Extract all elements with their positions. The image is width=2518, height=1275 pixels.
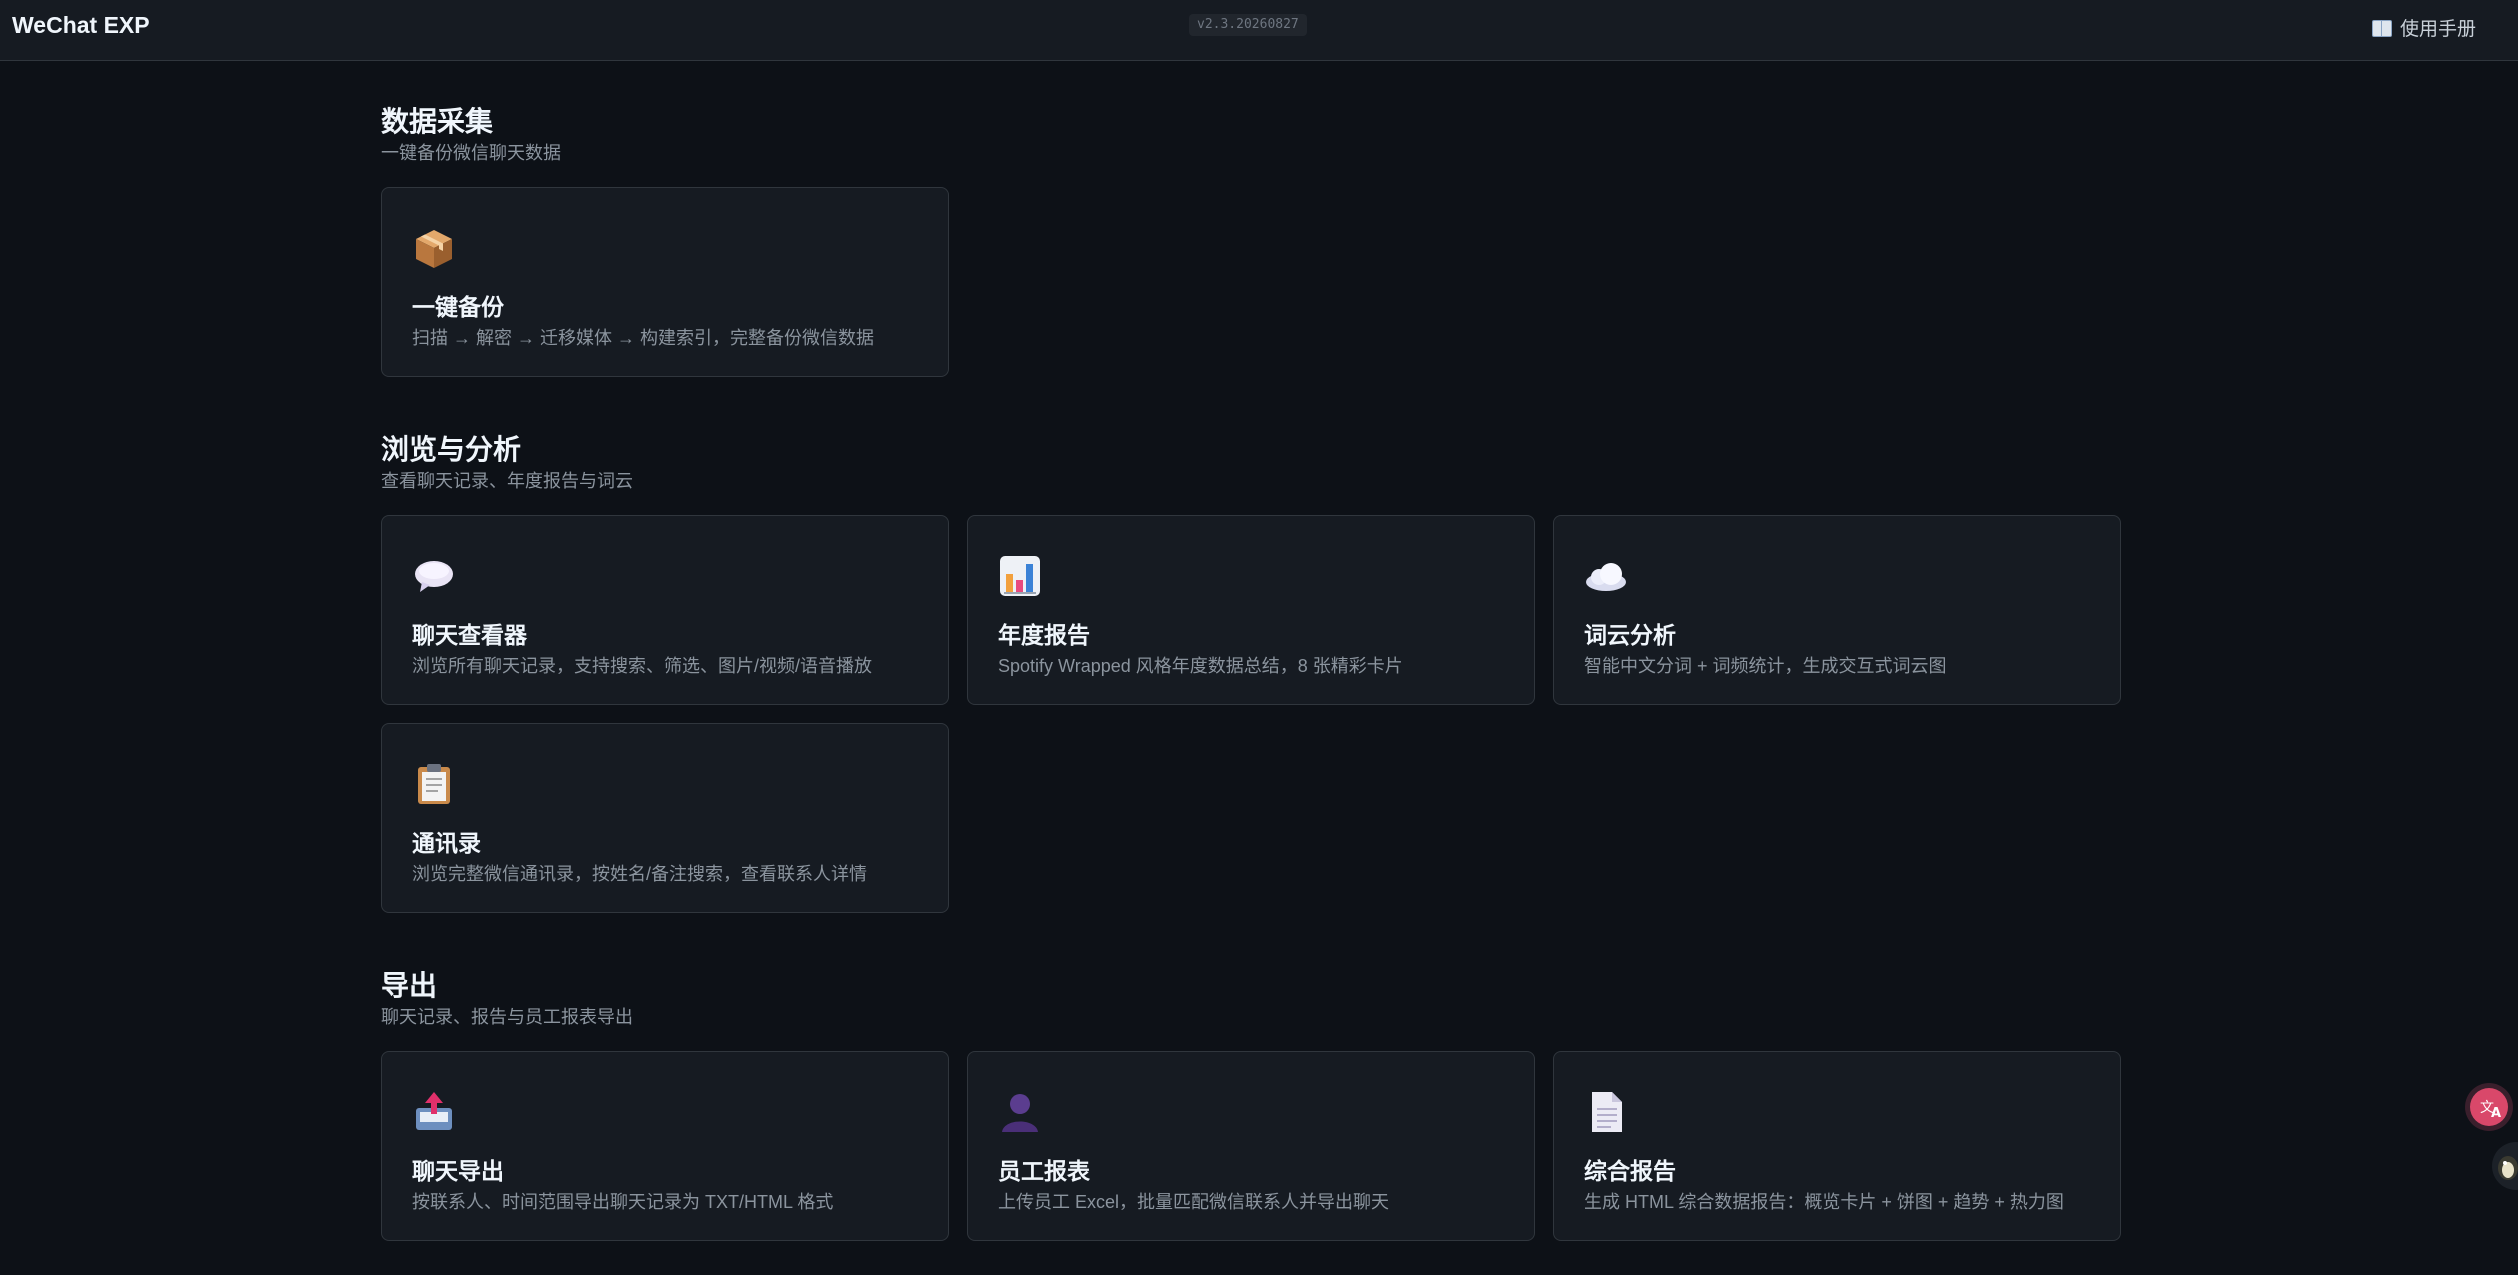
section-subtitle-export: 聊天记录、报告与员工报表导出 <box>381 1007 633 1027</box>
section-title-browse: 浏览与分析 <box>381 434 522 465</box>
package-icon <box>416 230 452 268</box>
mascot-icon <box>2498 1156 2518 1180</box>
card-title: 年度报告 <box>998 622 1090 648</box>
card-staff-report[interactable]: 员工报表 上传员工 Excel，批量匹配微信联系人并导出聊天 <box>967 1051 1535 1241</box>
card-title: 聊天导出 <box>412 1158 504 1184</box>
translate-icon: 文 A <box>2470 1088 2508 1126</box>
card-title: 综合报告 <box>1584 1158 1676 1184</box>
card-description: 生成 HTML 综合数据报告：概览卡片 + 饼图 + 趋势 + 热力图 <box>1584 1192 2064 1212</box>
assistant-button[interactable] <box>2492 1142 2518 1190</box>
svg-text:A: A <box>2491 1106 2501 1121</box>
card-word-cloud[interactable]: 词云分析 智能中文分词 + 词频统计，生成交互式词云图 <box>1553 515 2121 705</box>
manual-link[interactable]: 使用手册 <box>2371 14 2476 41</box>
card-description: 扫描 → 解密 → 迁移媒体 → 构建索引，完整备份微信数据 <box>412 328 875 348</box>
outbox-tray-icon <box>416 1092 452 1130</box>
card-chat-viewer[interactable]: 聊天查看器 浏览所有聊天记录，支持搜索、筛选、图片/视频/语音播放 <box>381 515 949 705</box>
speech-bubble-icon <box>415 561 453 592</box>
card-title: 聊天查看器 <box>412 622 527 648</box>
card-description: 按联系人、时间范围导出聊天记录为 TXT/HTML 格式 <box>412 1192 834 1212</box>
app-title: WeChat EXP <box>12 12 150 38</box>
card-annual-report[interactable]: 年度报告 Spotify Wrapped 风格年度数据总结，8 张精彩卡片 <box>967 515 1535 705</box>
person-silhouette-icon <box>1002 1094 1038 1132</box>
card-contacts[interactable]: 通讯录 浏览完整微信通讯录，按姓名/备注搜索，查看联系人详情 <box>381 723 949 913</box>
section-subtitle-collect: 一键备份微信聊天数据 <box>381 143 561 163</box>
card-description: 智能中文分词 + 词频统计，生成交互式词云图 <box>1584 656 1947 676</box>
card-backup[interactable]: 一键备份 扫描 → 解密 → 迁移媒体 → 构建索引，完整备份微信数据 <box>381 187 949 377</box>
document-icon <box>1592 1092 1622 1132</box>
book-icon <box>2371 20 2392 37</box>
bar-chart-icon <box>1000 556 1040 596</box>
cloud-icon <box>1586 563 1626 591</box>
card-title: 员工报表 <box>998 1158 1090 1184</box>
card-description: 浏览完整微信通讯录，按姓名/备注搜索，查看联系人详情 <box>412 864 867 884</box>
card-full-report[interactable]: 综合报告 生成 HTML 综合数据报告：概览卡片 + 饼图 + 趋势 + 热力图 <box>1553 1051 2121 1241</box>
section-title-collect: 数据采集 <box>381 106 494 137</box>
card-description: Spotify Wrapped 风格年度数据总结，8 张精彩卡片 <box>998 656 1403 676</box>
section-subtitle-browse: 查看聊天记录、年度报告与词云 <box>381 471 633 491</box>
section-title-export: 导出 <box>381 970 438 1001</box>
card-title: 一键备份 <box>412 294 504 320</box>
translate-button[interactable]: 文 A <box>2465 1083 2513 1131</box>
version-badge: v2.3.20260827 <box>1189 14 1307 36</box>
clipboard-icon <box>418 764 450 804</box>
card-chat-export[interactable]: 聊天导出 按联系人、时间范围导出聊天记录为 TXT/HTML 格式 <box>381 1051 949 1241</box>
card-description: 上传员工 Excel，批量匹配微信联系人并导出聊天 <box>998 1192 1390 1212</box>
card-title: 词云分析 <box>1584 622 1676 648</box>
top-bar: WeChat EXP v2.3.20260827 使用手册 <box>0 0 2518 61</box>
card-description: 浏览所有聊天记录，支持搜索、筛选、图片/视频/语音播放 <box>412 656 872 676</box>
manual-label: 使用手册 <box>2399 19 2476 40</box>
card-title: 通讯录 <box>412 830 481 856</box>
